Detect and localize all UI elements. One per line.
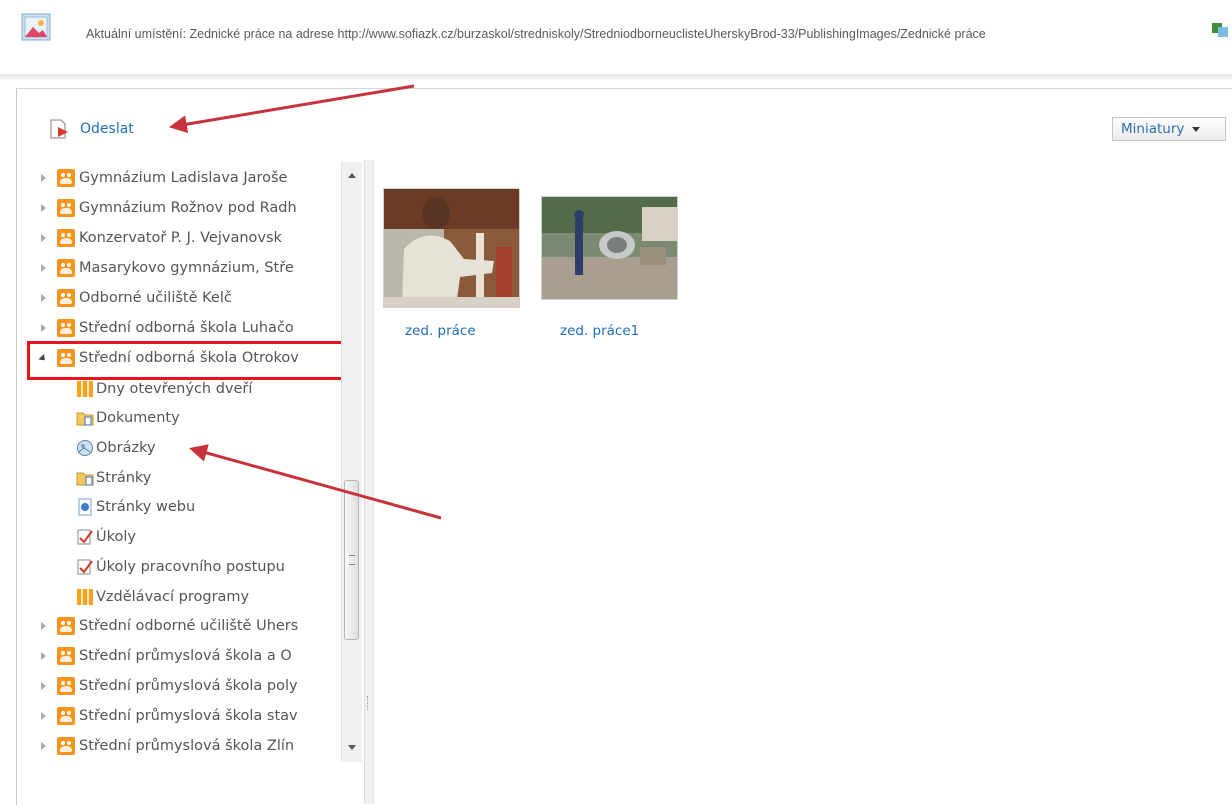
tree-child-item[interactable]: Obrázky (76, 436, 156, 460)
tree-child-item[interactable]: Stránky (76, 466, 151, 490)
tree-child-label: Dny otevřených dveří (96, 381, 253, 397)
document-library-icon (76, 412, 94, 426)
send-button[interactable]: Odeslat (80, 121, 134, 137)
arrow-down-icon (348, 744, 356, 750)
tree-child-label: Úkoly (96, 529, 136, 545)
expand-icon[interactable] (37, 292, 49, 304)
tree-child-label: Obrázky (96, 440, 156, 456)
expand-icon[interactable] (37, 740, 49, 752)
tree-item-label: Střední průmyslová škola a O (79, 648, 292, 664)
tree-child-label: Stránky webu (96, 499, 196, 515)
site-icon (57, 289, 75, 307)
expand-icon[interactable] (37, 680, 49, 692)
tree-item[interactable]: Střední průmyslová škola poly (37, 674, 298, 698)
image-thumbnail[interactable] (541, 196, 678, 300)
tree-child-label: Vzdělávací programy (96, 589, 250, 605)
picture-library-icon (77, 440, 93, 456)
tree-child-item[interactable]: Dny otevřených dveří (76, 377, 252, 401)
tree-item-label: Odborné učiliště Kelč (79, 290, 232, 306)
tree-item-label: Střední průmyslová škola Zlín (79, 738, 295, 754)
tree-item[interactable]: Konzervatoř P. J. Vejvanovsk (37, 226, 282, 250)
expand-icon[interactable] (37, 232, 49, 244)
scroll-up-button[interactable] (342, 166, 362, 184)
corner-icon (1212, 23, 1228, 37)
tree-item-label: Střední odborná škola Luhačo (79, 320, 294, 336)
photo-thumbnail-icon (384, 189, 519, 307)
send-icon (50, 119, 68, 139)
tree-item[interactable]: Střední odborná škola Luhačo (37, 316, 294, 340)
tree-item[interactable]: Střední odborné učiliště Uhers (37, 614, 298, 638)
tree-item-label: Masarykovo gymnázium, Stře (79, 260, 294, 276)
list-icon (77, 589, 93, 605)
image-thumbnail[interactable] (383, 188, 520, 308)
tree-item-label: Konzervatoř P. J. Vejvanovsk (79, 230, 282, 246)
tree-item-label: Gymnázium Rožnov pod Radh (79, 200, 297, 216)
tree-item[interactable]: Střední průmyslová škola stav (37, 704, 298, 728)
site-icon (57, 737, 75, 755)
site-icon (57, 259, 75, 277)
tree-scrollbar[interactable] (341, 162, 362, 762)
tree-item-label: Gymnázium Ladislava Jaroše (79, 170, 288, 186)
image-title-link[interactable]: zed. práce1 (560, 323, 639, 339)
tree-child-label: Úkoly pracovního postupu (96, 559, 285, 575)
site-icon (57, 229, 75, 247)
expand-icon[interactable] (37, 202, 49, 214)
expand-icon[interactable] (37, 172, 49, 184)
tree-item[interactable]: Odborné učiliště Kelč (37, 286, 232, 310)
tree-item[interactable]: Střední průmyslová škola a O (37, 644, 292, 668)
tree-item-label: Střední průmyslová škola poly (79, 678, 298, 694)
pages-library-icon (76, 472, 94, 486)
photo-thumbnail-icon (542, 197, 677, 299)
tree-child-item[interactable]: Úkoly pracovního postupu (76, 555, 285, 579)
location-header: Aktuální umístění: Zednické práce na adr… (0, 0, 1232, 72)
grip-icon (349, 555, 355, 565)
tree-item[interactable]: Gymnázium Ladislava Jaroše (37, 166, 287, 190)
highlight-box (27, 341, 352, 380)
expand-icon[interactable] (37, 620, 49, 632)
tasks-icon (77, 529, 93, 545)
scroll-thumb[interactable] (344, 480, 359, 640)
current-location-text: Aktuální umístění: Zednické práce na adr… (86, 27, 986, 41)
tree-item[interactable]: Masarykovo gymnázium, Stře (37, 256, 294, 280)
tree-child-item[interactable]: Dokumenty (76, 406, 180, 430)
arrow-up-icon (348, 172, 356, 178)
expand-icon[interactable] (37, 322, 49, 334)
site-pages-icon (78, 498, 92, 516)
tree-child-label: Dokumenty (96, 410, 180, 426)
tree-item[interactable]: Gymnázium Rožnov pod Radh (37, 196, 297, 220)
expand-icon[interactable] (37, 650, 49, 662)
image-title-link[interactable]: zed. práce (405, 323, 476, 339)
site-icon (57, 169, 75, 187)
tree-child-label: Stránky (96, 470, 152, 486)
site-icon (57, 647, 75, 665)
view-dropdown-label: Miniatury (1121, 121, 1185, 137)
site-icon (57, 319, 75, 337)
tree-child-item[interactable]: Stránky webu (76, 495, 195, 519)
tree-item-label: Střední odborné učiliště Uhers (79, 618, 299, 634)
chevron-down-icon (1192, 126, 1201, 132)
grip-icon (367, 696, 370, 710)
expand-icon[interactable] (37, 710, 49, 722)
header-separator (0, 74, 1232, 80)
tree-child-item[interactable]: Vzdělávací programy (76, 585, 249, 609)
scroll-down-button[interactable] (342, 738, 362, 756)
image-icon (21, 13, 51, 41)
toolbar: Odeslat (48, 117, 134, 141)
pane-splitter[interactable] (364, 160, 374, 804)
site-icon (57, 707, 75, 725)
view-dropdown[interactable]: Miniatury (1112, 117, 1226, 141)
tree-item-label: Střední průmyslová škola stav (79, 708, 298, 724)
tree-child-item[interactable]: Úkoly (76, 525, 136, 549)
tasks-icon (77, 559, 93, 575)
tree-item[interactable]: Střední průmyslová škola Zlín (37, 734, 294, 758)
expand-icon[interactable] (37, 262, 49, 274)
site-icon (57, 199, 75, 217)
site-icon (57, 617, 75, 635)
site-icon (57, 677, 75, 695)
list-icon (77, 381, 93, 397)
